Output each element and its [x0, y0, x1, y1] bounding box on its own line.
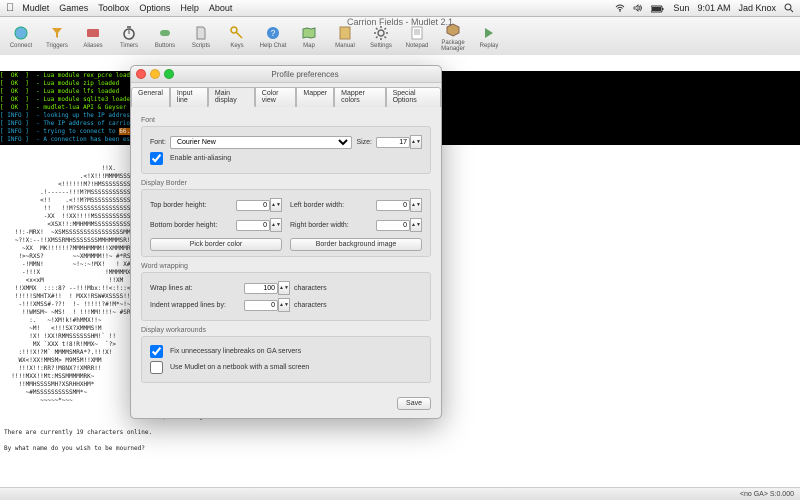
wrap-lines-field[interactable] — [244, 283, 278, 294]
fix-ga-checkbox[interactable] — [150, 345, 163, 358]
left-border-field[interactable] — [376, 200, 410, 211]
border-group-title: Display Border — [141, 180, 431, 187]
menu-mudlet[interactable]: Mudlet — [22, 3, 49, 13]
app-toolbar: Connect Triggers Aliases Timers Buttons … — [0, 17, 800, 56]
menu-about[interactable]: About — [209, 3, 233, 13]
antialias-checkbox[interactable] — [150, 152, 163, 165]
font-size-field[interactable] — [376, 137, 410, 148]
antialias-label: Enable anti-aliasing — [170, 155, 231, 162]
tool-triggers[interactable]: Triggers — [40, 23, 74, 49]
tab-input-line[interactable]: Input line — [170, 87, 208, 107]
indent-label: Indent wrapped lines by: — [150, 302, 240, 309]
right-border-label: Right border width: — [290, 222, 372, 229]
tool-keys[interactable]: Keys — [220, 23, 254, 49]
fix-ga-label: Fix unnecessary linebreaks on GA servers — [170, 348, 301, 355]
wrap-group-title: Word wrapping — [141, 263, 431, 270]
battery-icon[interactable] — [651, 3, 665, 13]
tool-notepad[interactable]: Notepad — [400, 23, 434, 49]
status-bar: <no GA> S:0.000 — [0, 487, 800, 500]
bottom-border-label: Bottom border height: — [150, 222, 232, 229]
tool-connect[interactable]: Connect — [4, 23, 38, 49]
indent-field[interactable] — [244, 300, 278, 311]
stepper-icon[interactable]: ▲▼ — [270, 218, 282, 232]
menubar-user[interactable]: Jad Knox — [738, 3, 776, 13]
prefs-tabs: General Input line Main display Color vi… — [131, 83, 441, 107]
top-border-field[interactable] — [236, 200, 270, 211]
stepper-icon[interactable]: ▲▼ — [270, 198, 282, 212]
tool-map[interactable]: Map — [292, 23, 326, 49]
tab-color-view[interactable]: Color view — [255, 87, 297, 107]
font-label: Font: — [150, 139, 166, 146]
bottom-border-field[interactable] — [236, 220, 270, 231]
stepper-icon[interactable]: ▲▼ — [278, 281, 290, 295]
font-select[interactable]: Courier New — [170, 136, 352, 149]
pick-border-color-button[interactable]: Pick border color — [150, 238, 282, 251]
menu-games[interactable]: Games — [59, 3, 88, 13]
menubar-day: Sun — [673, 3, 689, 13]
wifi-icon[interactable] — [615, 3, 625, 14]
prefs-title: Profile preferences — [174, 70, 436, 79]
indent-unit: characters — [294, 302, 327, 309]
wrap-unit: characters — [294, 285, 327, 292]
menu-help[interactable]: Help — [180, 3, 199, 13]
apple-icon[interactable]:  — [6, 2, 14, 14]
font-group-title: Font — [141, 117, 431, 124]
tool-aliases[interactable]: Aliases — [76, 23, 110, 49]
zoom-icon[interactable] — [164, 69, 174, 79]
save-button[interactable]: Save — [397, 397, 431, 410]
tool-replay[interactable]: Replay — [472, 23, 506, 49]
volume-icon[interactable] — [633, 3, 643, 14]
tool-helpchat[interactable]: ?Help Chat — [256, 23, 290, 49]
mac-menubar:  Mudlet Games Toolbox Options Help Abou… — [0, 0, 800, 17]
font-size-label: Size: — [356, 139, 372, 146]
tool-scripts[interactable]: Scripts — [184, 23, 218, 49]
right-border-field[interactable] — [376, 220, 410, 231]
stepper-icon[interactable]: ▲▼ — [410, 198, 422, 212]
tool-package-manager[interactable]: Package Manager — [436, 20, 470, 52]
stepper-icon[interactable]: ▲▼ — [278, 298, 290, 312]
svg-text:?: ? — [271, 29, 276, 38]
close-icon[interactable] — [136, 69, 146, 79]
tool-manual[interactable]: Manual — [328, 23, 362, 49]
menu-toolbox[interactable]: Toolbox — [98, 3, 129, 13]
workarounds-group-title: Display workarounds — [141, 327, 431, 334]
netbook-label: Use Mudlet on a netbook with a small scr… — [170, 364, 309, 371]
preferences-window: Profile preferences General Input line M… — [130, 65, 442, 419]
netbook-checkbox[interactable] — [150, 361, 163, 374]
menubar-time: 9:01 AM — [697, 3, 730, 13]
tool-settings[interactable]: Settings — [364, 23, 398, 49]
prefs-titlebar[interactable]: Profile preferences — [131, 66, 441, 83]
tab-mapper-colors[interactable]: Mapper colors — [334, 87, 385, 107]
tab-special-options[interactable]: Special Options — [386, 87, 441, 107]
wrap-lines-label: Wrap lines at: — [150, 285, 240, 292]
spotlight-icon[interactable] — [784, 3, 794, 14]
stepper-up-icon[interactable]: ▲▼ — [410, 135, 422, 149]
status-text: <no GA> S:0.000 — [740, 491, 794, 498]
tab-main-display[interactable]: Main display — [208, 87, 255, 107]
border-bg-image-button[interactable]: Border background image — [290, 238, 422, 251]
tab-mapper[interactable]: Mapper — [296, 87, 334, 107]
tool-buttons[interactable]: Buttons — [148, 23, 182, 49]
tool-timers[interactable]: Timers — [112, 23, 146, 49]
top-border-label: Top border height: — [150, 202, 232, 209]
minimize-icon[interactable] — [150, 69, 160, 79]
menu-options[interactable]: Options — [139, 3, 170, 13]
left-border-label: Left border width: — [290, 202, 372, 209]
gear-icon — [364, 23, 398, 43]
tab-general[interactable]: General — [131, 87, 170, 107]
stepper-icon[interactable]: ▲▼ — [410, 218, 422, 232]
